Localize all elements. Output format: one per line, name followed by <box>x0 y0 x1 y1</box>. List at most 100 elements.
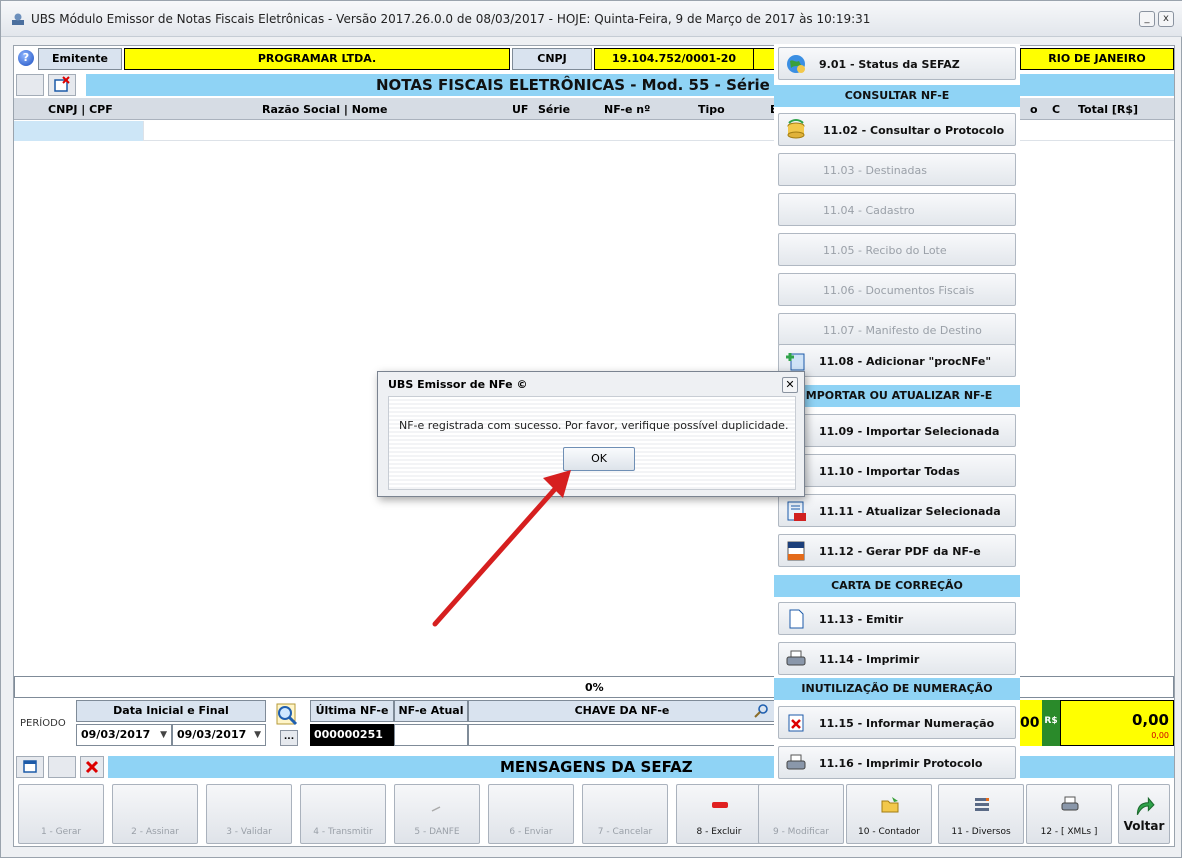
col-o[interactable]: o <box>1030 103 1038 116</box>
status-sefaz-button[interactable]: 9.01 - Status da SEFAZ <box>778 47 1016 80</box>
status-sefaz-label: 9.01 - Status da SEFAZ <box>819 58 960 71</box>
voltar-button[interactable]: Voltar <box>1118 784 1170 844</box>
emitente-value: PROGRAMAR LTDA. <box>124 48 510 70</box>
refresh-database-icon <box>787 119 805 139</box>
validar-button[interactable]: 3 - Validar <box>206 784 292 844</box>
consultar-protocolo-label: 11.02 - Consultar o Protocolo <box>823 124 1005 137</box>
col-serie[interactable]: Série <box>538 103 570 116</box>
close-document-button[interactable] <box>48 74 76 96</box>
col-razao-social[interactable]: Razão Social | Nome <box>262 103 387 116</box>
recibo-lote-label: 11.05 - Recibo do Lote <box>823 244 947 257</box>
gerar-pdf-button[interactable]: 11.12 - Gerar PDF da NF-e <box>778 534 1016 567</box>
currency-badge: R$ <box>1042 700 1060 746</box>
dialog-close-button[interactable]: ✕ <box>782 377 798 393</box>
destinadas-button[interactable]: 11.03 - Destinadas <box>778 153 1016 186</box>
recibo-lote-button[interactable]: 11.05 - Recibo do Lote <box>778 233 1016 266</box>
assinar-button[interactable]: 2 - Assinar <box>112 784 198 844</box>
informar-numeracao-button[interactable]: 11.15 - Informar Numeração <box>778 706 1016 739</box>
chevron-down-icon[interactable]: ▼ <box>160 725 167 745</box>
blank-messages-button[interactable] <box>48 756 76 778</box>
cancelar-button[interactable]: 7 - Cancelar <box>582 784 668 844</box>
emitir-carta-button[interactable]: 11.13 - Emitir <box>778 602 1016 635</box>
dialog-title: UBS Emissor de NFe © <box>388 378 528 391</box>
danfe-label: 5 - DANFE <box>414 827 460 837</box>
enviar-label: 6 - Enviar <box>509 827 553 837</box>
add-document-icon <box>786 353 805 371</box>
xmls-button[interactable]: 12 - [ XMLs ] <box>1026 784 1112 844</box>
col-total[interactable]: Total [R$] <box>1078 103 1138 116</box>
search-button[interactable] <box>270 702 304 726</box>
folder-icon <box>881 797 899 813</box>
date-end-field[interactable]: 09/03/2017 ▼ <box>172 724 266 746</box>
more-options-button[interactable]: ... <box>280 730 298 746</box>
danfe-button[interactable]: 5 - DANFE <box>394 784 480 844</box>
imprimir-carta-label: 11.14 - Imprimir <box>819 653 920 666</box>
atualizar-selecionada-button[interactable]: 11.11 - Atualizar Selecionada <box>778 494 1016 527</box>
restore-messages-button[interactable] <box>16 756 44 778</box>
cadastro-button[interactable]: 11.04 - Cadastro <box>778 193 1016 226</box>
minimize-button[interactable]: _ <box>1139 11 1155 27</box>
list-icon <box>975 798 989 811</box>
total-secondary-value: 0,00 <box>1151 731 1169 740</box>
city-value: RIO DE JANEIRO <box>1020 48 1174 70</box>
documentos-fiscais-label: 11.06 - Documentos Fiscais <box>823 284 975 297</box>
gerar-button[interactable]: 1 - Gerar <box>18 784 104 844</box>
pen-icon <box>431 806 441 812</box>
manifesto-destino-button[interactable]: 11.07 - Manifesto de Destino <box>778 313 1016 346</box>
printer-icon <box>786 650 806 666</box>
spreadsheet-123-icon <box>787 501 806 521</box>
manifesto-destino-label: 11.07 - Manifesto de Destino <box>823 324 982 337</box>
close-window-button[interactable]: x <box>1158 11 1174 27</box>
title-bar: UBS Módulo Emissor de Notas Fiscais Elet… <box>1 1 1182 37</box>
printer-icon <box>786 754 806 770</box>
inutilizacao-section-header: INUTILIZAÇÃO DE NUMERAÇÃO <box>774 678 1020 700</box>
imprimir-carta-button[interactable]: 11.14 - Imprimir <box>778 642 1016 675</box>
col-nfe-numero[interactable]: NF-e nº <box>604 103 650 116</box>
importar-todas-button[interactable]: 11.10 - Importar Todas <box>778 454 1016 487</box>
consultar-protocolo-button[interactable]: 11.02 - Consultar o Protocolo <box>778 113 1016 146</box>
col-cnpj[interactable]: CNPJ | CPF <box>48 103 113 116</box>
enviar-button[interactable]: 6 - Enviar <box>488 784 574 844</box>
globe-icon <box>787 55 805 73</box>
red-x-icon <box>85 760 99 774</box>
modificar-button[interactable]: 9 - Modificar <box>758 784 844 844</box>
voltar-label: Voltar <box>1123 819 1165 833</box>
selected-cell[interactable] <box>14 121 144 141</box>
periodo-label: PERÍODO <box>20 718 66 729</box>
contador-button[interactable]: 10 - Contador <box>846 784 932 844</box>
emitir-carta-label: 11.13 - Emitir <box>819 613 904 626</box>
col-c[interactable]: C <box>1052 103 1060 116</box>
date-start-field[interactable]: 09/03/2017 ▼ <box>76 724 172 746</box>
chave-nfe-label: CHAVE DA NF-e <box>468 700 776 722</box>
col-tipo[interactable]: Tipo <box>698 103 725 116</box>
window-icon <box>23 760 37 773</box>
diversos-button[interactable]: 11 - Diversos <box>938 784 1024 844</box>
blank-toolbar-button[interactable] <box>16 74 44 96</box>
date-start-value: 09/03/2017 <box>81 728 151 741</box>
documentos-fiscais-button[interactable]: 11.06 - Documentos Fiscais <box>778 273 1016 306</box>
excluir-button[interactable]: 8 - Excluir <box>676 784 762 844</box>
ultima-nfe-label: Última NF-e <box>310 700 394 722</box>
adicionar-procnfe-button[interactable]: 11.08 - Adicionar "procNFe" <box>778 344 1016 377</box>
arrow-return-icon <box>1136 796 1155 816</box>
progress-text: 0% <box>585 681 604 694</box>
dialog-title-bar: UBS Emissor de NFe © ✕ <box>378 372 804 396</box>
annotation-arrow-icon <box>432 470 571 627</box>
imprimir-protocolo-button[interactable]: 11.16 - Imprimir Protocolo <box>778 746 1016 779</box>
search-icon[interactable] <box>753 703 769 719</box>
importar-selecionada-button[interactable]: 11.09 - Importar Selecionada <box>778 414 1016 447</box>
chave-nfe-input[interactable] <box>468 724 776 746</box>
dialog-message: NF-e registrada com sucesso. Por favor, … <box>399 419 789 432</box>
minus-icon <box>712 802 728 808</box>
clear-messages-button[interactable] <box>80 756 104 778</box>
footer-toolbar: 1 - Gerar 2 - Assinar 3 - Validar 4 - Tr… <box>18 784 1172 846</box>
date-range-header: Data Inicial e Final <box>76 700 266 722</box>
importar-selecionada-label: 11.09 - Importar Selecionada <box>819 425 1000 438</box>
transmitir-button[interactable]: 4 - Transmitir <box>300 784 386 844</box>
help-icon[interactable]: ? <box>18 50 34 66</box>
printer-icon <box>1061 796 1079 811</box>
cnpj-value-extension <box>754 48 776 70</box>
chevron-down-icon[interactable]: ▼ <box>254 725 261 745</box>
excluir-label: 8 - Excluir <box>696 827 742 837</box>
col-uf[interactable]: UF <box>512 103 528 116</box>
